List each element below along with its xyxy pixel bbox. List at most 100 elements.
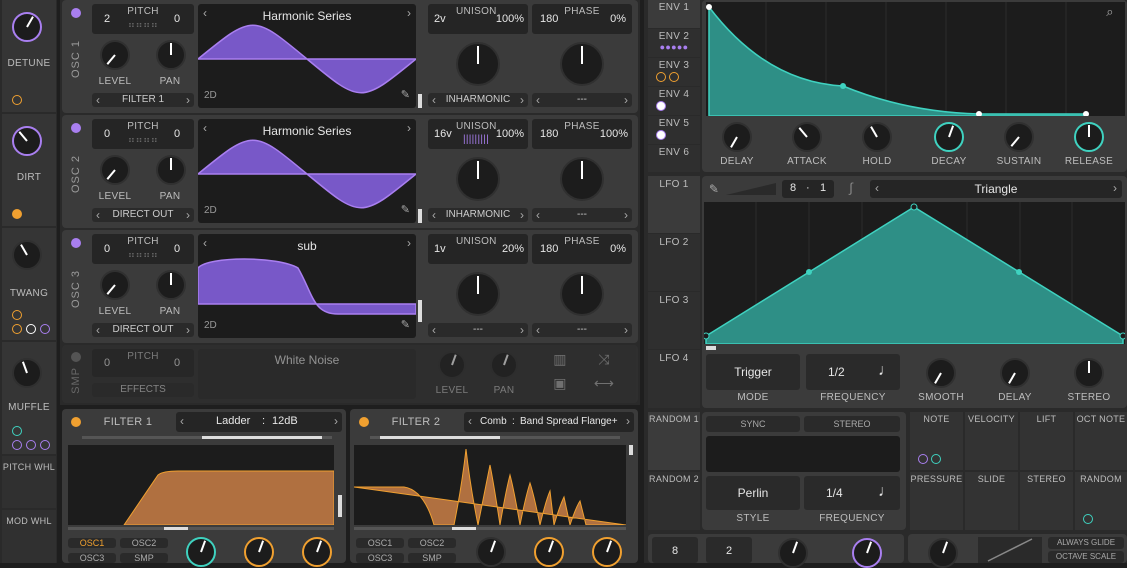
filter-model-select[interactable]: ‹ Ladder : 12dB › [176,412,342,432]
arrow-right-icon[interactable]: › [520,208,524,222]
mod-indicator[interactable] [1083,514,1093,524]
mod-indicator[interactable] [26,440,36,450]
phase-box[interactable]: 180 PHASE 0% [532,234,632,264]
env-tab-1[interactable]: ENV 1 [648,0,700,28]
mod-wheel[interactable]: MOD WHL [2,510,56,563]
unison-detune-pct[interactable]: 100% [496,128,524,140]
unison-voices[interactable]: 1v [434,243,446,255]
env-tab-4[interactable]: ENV 4 [648,87,700,115]
filter-blend-slider[interactable] [370,436,620,439]
glide-curve[interactable] [978,537,1042,563]
macro-twang[interactable]: TWANG [2,228,56,340]
arrow-right-icon[interactable]: › [334,414,338,428]
lfo-shape-select[interactable]: ‹ Triangle › [870,180,1122,198]
filter-input-osc3[interactable]: OSC3 [356,553,404,563]
lfo-tab-3[interactable]: LFO 3 [648,292,700,349]
env-delay-knob[interactable] [722,122,752,152]
tune-value[interactable]: 0 [174,128,180,140]
arrow-left-icon[interactable]: ‹ [432,323,436,337]
mod-indicator[interactable] [40,440,50,450]
lfo-frequency-value[interactable]: 1/2 [828,365,845,379]
spectral-knob[interactable] [456,42,500,86]
osc-scrollbar[interactable] [418,94,422,108]
pitch-bend-value[interactable]: 2 [706,545,752,557]
source-random[interactable]: RANDOM [1075,472,1127,530]
arrow-right-icon[interactable]: › [520,323,524,337]
muffle-knob[interactable] [12,358,42,388]
lfo-tab-1[interactable]: LFO 1 [648,176,700,233]
always-glide-toggle[interactable]: ALWAYS GLIDE [1048,537,1124,549]
mod-indicator[interactable] [26,324,36,334]
arrow-right-icon[interactable]: › [624,208,628,222]
distortion-select[interactable]: ‹ --- › [532,208,632,222]
zoom-search-icon[interactable]: ⌕ [1102,4,1118,20]
paint-icon[interactable]: ✎ [706,182,722,196]
mod-indicator[interactable] [669,72,679,82]
unison-box[interactable]: 16v UNISON ||||||||| 100% [428,119,528,149]
distortion-select[interactable]: ‹ --- › [532,93,632,107]
random-tab-1[interactable]: RANDOM 1 [648,412,700,470]
distortion-knob[interactable] [560,272,604,316]
mod-indicator[interactable] [12,95,22,105]
mod-indicator[interactable] [931,454,941,464]
mod-indicator[interactable] [12,426,22,436]
distortion-select[interactable]: ‹ --- › [532,323,632,337]
env-attack-knob[interactable] [792,122,822,152]
sample-transpose[interactable]: 0 [104,357,110,369]
pan-knob[interactable] [156,40,186,70]
sample-name-box[interactable]: White Noise [198,349,416,399]
macro-dirt[interactable]: DIRT [2,114,56,226]
filter-input-osc3[interactable]: OSC3 [68,553,116,563]
filter-input-smp[interactable]: SMP [120,553,168,563]
octave-scale-toggle[interactable]: OCTAVE SCALE [1048,551,1124,563]
spectral-select[interactable]: ‹ INHARMONIC › [428,208,528,222]
sample-name[interactable]: White Noise [198,353,416,367]
arrow-right-icon[interactable]: › [626,414,630,428]
lfo-smooth-knob[interactable] [926,358,956,388]
env-decay-knob[interactable] [934,122,964,152]
transpose-value[interactable]: 0 [104,243,110,255]
arrow-right-icon[interactable]: › [624,93,628,107]
glide-knob[interactable] [928,538,958,568]
polyphony-box[interactable]: 8 [652,537,698,563]
arrow-right-icon[interactable]: › [624,323,628,337]
lfo-stereo-knob[interactable] [1074,358,1104,388]
lfo-tab-4[interactable]: LFO 4 [648,350,700,408]
filter-input-osc1[interactable]: OSC1 [356,538,404,548]
source-stereo[interactable]: STEREO [1020,472,1073,530]
lfo-grid-x[interactable]: 8 [790,182,796,194]
phase-random-pct[interactable]: 0% [610,13,626,25]
arrow-left-icon[interactable]: ‹ [180,414,184,428]
phase-random-pct[interactable]: 100% [600,128,628,140]
sample-destination[interactable]: EFFECTS [92,383,194,397]
source-pressure[interactable]: PRESSURE [910,472,963,530]
mod-indicator[interactable] [40,324,50,334]
filter-scroll[interactable] [338,495,342,517]
spectral-select[interactable]: ‹ INHARMONIC › [428,93,528,107]
osc-scrollbar[interactable] [418,209,422,223]
phase-box[interactable]: 180 PHASE 100% [532,119,632,149]
arrow-right-icon[interactable]: › [186,93,190,107]
sample-tune[interactable]: 0 [174,357,180,369]
phase-random-pct[interactable]: 0% [610,243,626,255]
pitch-box[interactable]: 0 PITCH ⠶⠶⠶⠶ 0 [92,119,194,149]
dimension-label[interactable]: 2D [204,90,217,101]
wavetable-display[interactable]: ‹ Harmonic Series › 2D ✎ [198,119,416,223]
filter-input-osc1[interactable]: OSC1 [68,538,116,548]
source-lift[interactable]: LIFT [1020,412,1073,470]
source-slide[interactable]: SLIDE [965,472,1018,530]
arrow-left-icon[interactable]: ‹ [96,93,100,107]
edit-wavetable-icon[interactable]: ✎ [401,88,410,101]
pitch-wheel[interactable]: PITCH WHL [2,456,56,508]
tune-value[interactable]: 0 [174,243,180,255]
osc-destination-select[interactable]: ‹ FILTER 1 › [92,93,194,107]
env-tab-5[interactable]: ENV 5 [648,116,700,144]
random-icon[interactable]: ⤨ [592,351,616,368]
phase-degrees[interactable]: 180 [540,128,558,140]
source-oct-note[interactable]: OCT NOTE [1075,412,1127,470]
bounce-icon[interactable]: ⟷ [592,375,616,392]
source-note[interactable]: NOTE [910,412,963,470]
sample-pitch-box[interactable]: 0 PITCH 0 [92,349,194,377]
random-frequency-value[interactable]: 1/4 [826,486,843,500]
transpose-value[interactable]: 2 [104,13,110,25]
